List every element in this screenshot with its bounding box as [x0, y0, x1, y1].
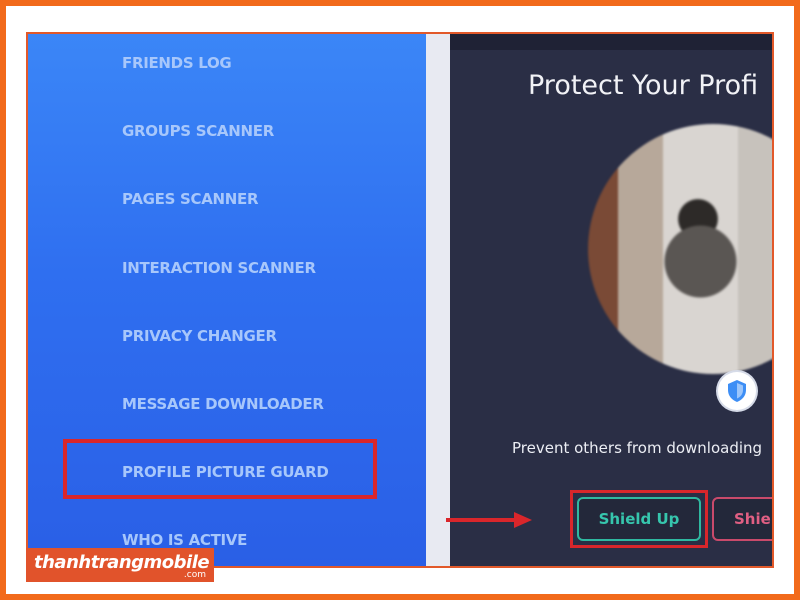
sidebar-item-pages-scanner[interactable]: PAGES SCANNER [122, 190, 259, 208]
sidebar-item-message-downloader[interactable]: MESSAGE DOWNLOADER [122, 395, 324, 413]
panel-top-bar [450, 34, 772, 50]
shield-down-button[interactable]: Shiel [712, 497, 772, 541]
page-title: Protect Your Profi [528, 70, 759, 101]
panel-divider [426, 34, 450, 566]
sidebar-item-privacy-changer[interactable]: PRIVACY CHANGER [122, 327, 277, 345]
screenshot-area: FRIENDS LOG GROUPS SCANNER PAGES SCANNER… [26, 32, 774, 568]
arrow-right-icon [446, 512, 532, 528]
sidebar-item-friends-log[interactable]: FRIENDS LOG [122, 54, 232, 72]
sidebar: FRIENDS LOG GROUPS SCANNER PAGES SCANNER… [28, 34, 426, 566]
profile-guard-panel: Protect Your Profi Prevent others from d… [450, 34, 772, 566]
watermark-logo: thanhtrangmobile .com [26, 548, 214, 582]
sidebar-item-who-is-active[interactable]: WHO IS ACTIVE [122, 531, 247, 549]
sidebar-item-interaction-scanner[interactable]: INTERACTION SCANNER [122, 259, 316, 277]
shield-up-button[interactable]: Shield Up [577, 497, 701, 541]
highlight-box-profile-picture-guard [63, 439, 377, 499]
profile-picture [588, 124, 772, 374]
shield-icon [718, 372, 756, 410]
watermark-brand: thanhtrangmobile [34, 552, 210, 573]
description-text: Prevent others from downloading [512, 439, 763, 457]
watermark-suffix: .com [183, 570, 206, 580]
sidebar-item-groups-scanner[interactable]: GROUPS SCANNER [122, 122, 274, 140]
